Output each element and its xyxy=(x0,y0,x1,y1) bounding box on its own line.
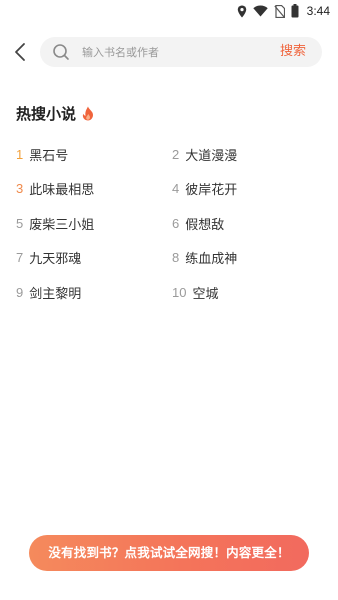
hot-item-rank: 1 xyxy=(16,146,24,162)
location-icon xyxy=(237,5,246,17)
hot-item-rank: 10 xyxy=(172,284,187,300)
hot-item-title: 废柴三小姐 xyxy=(29,217,95,233)
hot-item[interactable]: 8 练血成神 xyxy=(172,245,237,269)
hot-item-title: 九天邪魂 xyxy=(29,251,82,267)
status-time: 3:44 xyxy=(306,4,330,18)
hot-item-title: 练血成神 xyxy=(185,251,238,267)
back-arrow-icon xyxy=(15,43,25,61)
hot-item-rank: 8 xyxy=(172,249,180,265)
hot-section-header: 热搜小说 xyxy=(16,102,94,124)
back-button[interactable] xyxy=(8,38,32,66)
hot-item[interactable]: 5 废柴三小姐 xyxy=(16,211,94,235)
battery-icon xyxy=(291,4,299,18)
hot-item[interactable]: 3 此味最相思 xyxy=(16,176,94,200)
hot-item-title: 彼岸花开 xyxy=(185,182,238,198)
wifi-icon xyxy=(252,5,268,17)
status-icons: 3:44 xyxy=(237,3,330,19)
hot-item-rank: 2 xyxy=(172,146,180,162)
search-button[interactable]: 搜索 xyxy=(264,37,322,67)
no-sim-icon xyxy=(273,4,285,18)
hot-item-rank: 6 xyxy=(172,215,180,231)
hot-item-title: 黑石号 xyxy=(29,148,69,164)
hot-item[interactable]: 7 九天邪魂 xyxy=(16,245,81,269)
hot-item-title: 空城 xyxy=(192,286,219,302)
search-icon xyxy=(53,44,69,60)
hot-section-title: 热搜小说 xyxy=(16,104,77,123)
hot-item-rank: 4 xyxy=(172,180,180,196)
hot-item[interactable]: 9 剑主黎明 xyxy=(16,280,81,304)
hot-item-rank: 5 xyxy=(16,215,24,231)
hot-item-title: 大道漫漫 xyxy=(185,148,238,164)
hot-item-rank: 7 xyxy=(16,249,24,265)
hot-item[interactable]: 2 大道漫漫 xyxy=(172,142,237,166)
status-bar: 3:44 xyxy=(0,0,338,22)
hot-item-title: 此味最相思 xyxy=(29,182,95,198)
hot-item[interactable]: 4 彼岸花开 xyxy=(172,176,237,200)
hot-item-title: 假想敌 xyxy=(185,217,225,233)
hot-item[interactable]: 6 假想敌 xyxy=(172,211,224,235)
hot-item-rank: 3 xyxy=(16,180,24,196)
search-input[interactable] xyxy=(82,37,262,67)
hot-item-rank: 9 xyxy=(16,284,24,300)
flame-icon xyxy=(82,106,94,120)
hot-item[interactable]: 1 黑石号 xyxy=(16,142,68,166)
search-box: 搜索 xyxy=(40,37,322,67)
hot-item-title: 剑主黎明 xyxy=(29,286,82,302)
full-web-search-button[interactable]: 没有找到书？点我试试全网搜！内容更全！ xyxy=(29,535,309,571)
hot-item[interactable]: 10 空城 xyxy=(172,280,218,304)
